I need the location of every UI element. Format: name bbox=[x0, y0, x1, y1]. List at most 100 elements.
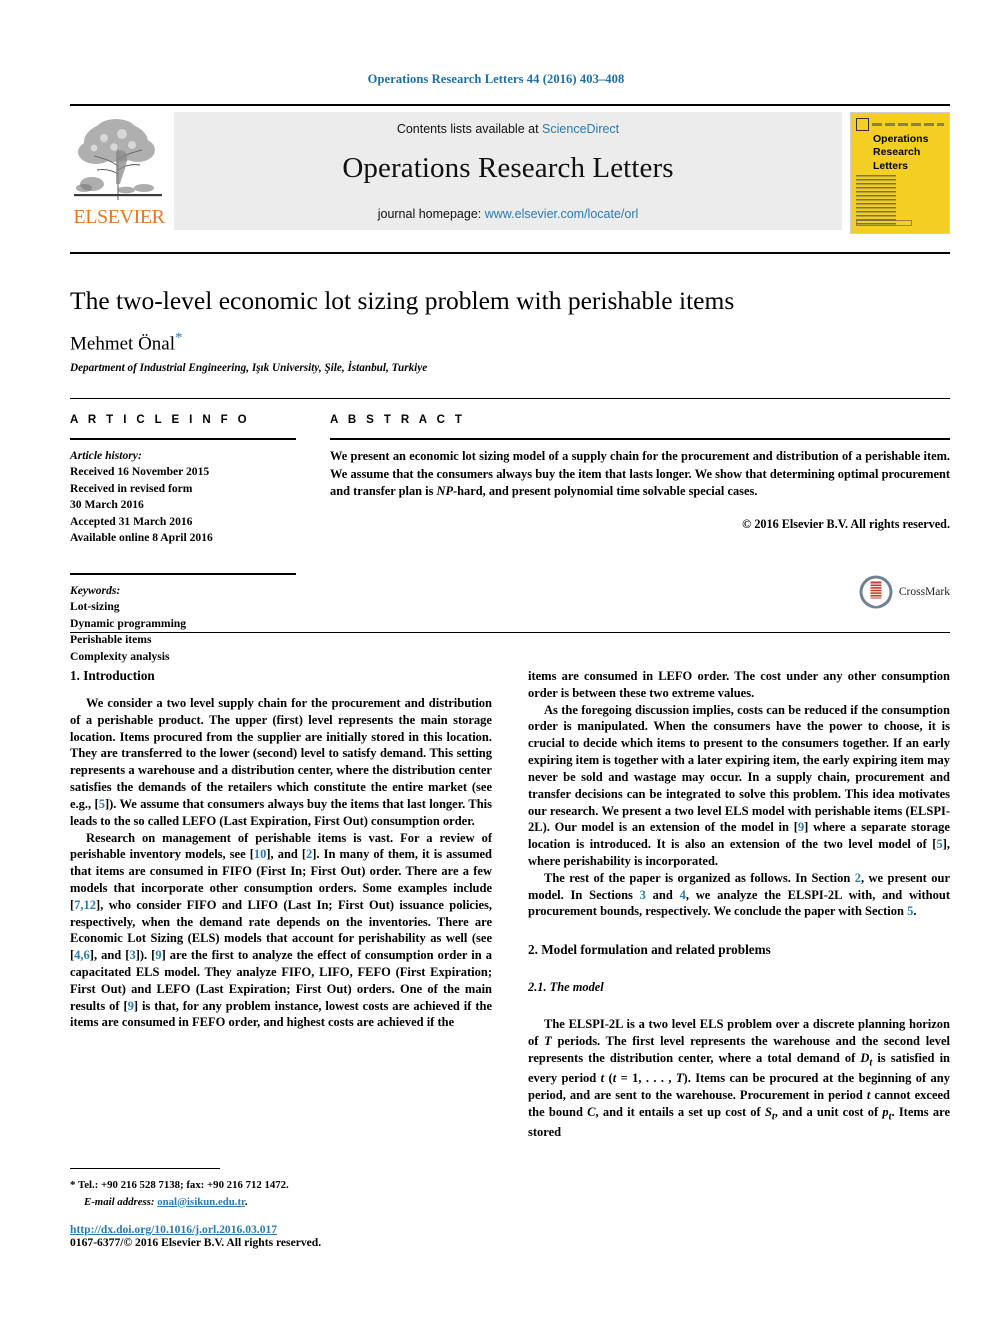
elsevier-logo: ELSEVIER bbox=[70, 112, 168, 227]
citation-link[interactable]: 4,6 bbox=[74, 948, 90, 962]
section-2-heading: 2. Model formulation and related problem… bbox=[528, 942, 771, 958]
cover-title-line-2: Research bbox=[873, 146, 921, 159]
paragraph-3: items are consumed in LEFO order. The co… bbox=[528, 668, 950, 702]
paragraph-2: Research on management of perishable ite… bbox=[70, 830, 492, 1032]
subsection-2-1-heading: 2.1. The model bbox=[528, 980, 604, 995]
body-column-left: 1. Introduction We consider a two level … bbox=[70, 668, 492, 1141]
author-line: Mehmet Önal* bbox=[70, 330, 950, 355]
history-item: Accepted 31 March 2016 bbox=[70, 514, 193, 528]
cover-title: Operations Research Letters bbox=[873, 133, 928, 173]
history-item: Received in revised form bbox=[70, 481, 193, 495]
abstract-text: We present an economic lot sizing model … bbox=[330, 448, 950, 501]
article-history-label: Article history: bbox=[70, 449, 142, 462]
info-divider bbox=[70, 398, 950, 399]
paragraph-6-text-h: , and it entails a set up cost of bbox=[595, 1104, 765, 1119]
abstract-rule bbox=[330, 438, 950, 440]
cover-top-bar bbox=[856, 118, 944, 131]
journal-banner: Contents lists available at ScienceDirec… bbox=[174, 112, 842, 230]
paragraph-5-text-a: The rest of the paper is organized as fo… bbox=[544, 870, 855, 885]
abstract-copyright: © 2016 Elsevier B.V. All rights reserved… bbox=[742, 516, 950, 531]
paragraph-4-text-a: As the foregoing discussion implies, cos… bbox=[528, 702, 950, 835]
footnote-contact: Tel.: +90 216 528 7138; fax: +90 216 712… bbox=[78, 1179, 289, 1191]
paragraph-6-text-e: = 1, . . . , bbox=[616, 1071, 676, 1086]
keyword-item: Complexity analysis bbox=[70, 649, 170, 663]
contents-prefix: Contents lists available at bbox=[396, 122, 539, 136]
keywords-label: Keywords: bbox=[70, 583, 121, 597]
math-var-S: S bbox=[764, 1104, 772, 1119]
footnote-contact-line: * Tel.: +90 216 528 7138; fax: +90 216 7… bbox=[70, 1177, 492, 1194]
journal-masthead: ELSEVIER Contents lists available at Sci… bbox=[70, 104, 950, 234]
article-info-rule bbox=[70, 438, 296, 440]
email-link[interactable]: onal@isikun.edu.tr bbox=[157, 1196, 245, 1208]
np-hard-symbol: NP bbox=[436, 484, 454, 499]
page-title: The two-level economic lot sizing proble… bbox=[70, 286, 735, 315]
paragraph-2-text-b: ], and [ bbox=[266, 847, 307, 862]
homepage-prefix: journal homepage: bbox=[377, 207, 482, 221]
paragraph-1: We consider a two level supply chain for… bbox=[70, 695, 492, 830]
math-var-T: T bbox=[675, 1071, 684, 1086]
paragraph-3-text: items are consumed in LEFO order. The co… bbox=[528, 669, 950, 700]
info-abstract-block: A R T I C L E I N F O Article history: R… bbox=[70, 414, 950, 665]
paragraph-6-text-d: ( bbox=[604, 1071, 613, 1086]
keywords-rule bbox=[70, 572, 296, 575]
journal-name: Operations Research Letters bbox=[342, 152, 674, 184]
paragraph-1-text-b: ]). We assume that consumers always buy … bbox=[70, 796, 492, 828]
title-divider bbox=[70, 252, 950, 254]
cover-title-line-1: Operations bbox=[873, 133, 929, 145]
article-first-page: Operations Research Letters 44 (2016) 40… bbox=[0, 0, 992, 1323]
article-info-heading: A R T I C L E I N F O bbox=[70, 414, 251, 426]
author-name: Mehmet Önal bbox=[70, 333, 176, 355]
paragraph-6: The ELSPI-2L is a two level ELS problem … bbox=[528, 1016, 950, 1141]
citation-link[interactable]: 10 bbox=[254, 847, 267, 861]
author-footnote-marker[interactable]: * bbox=[175, 330, 183, 346]
journal-cover-thumbnail: Operations Research Letters bbox=[850, 112, 950, 234]
running-head: Operations Research Letters 44 (2016) 40… bbox=[367, 72, 625, 86]
abstract-column: A B S T R A C T We present an economic l… bbox=[330, 414, 950, 665]
title-block: The two-level economic lot sizing proble… bbox=[70, 286, 950, 609]
subsection-spacer bbox=[528, 969, 950, 980]
history-item: Received 16 November 2015 bbox=[70, 465, 210, 479]
contents-lists-line: Contents lists available at ScienceDirec… bbox=[174, 122, 842, 136]
paragraph-2-text-e: ], and [ bbox=[89, 948, 130, 963]
history-item: 30 March 2016 bbox=[70, 498, 144, 512]
keyword-item: Dynamic programming bbox=[70, 616, 187, 630]
keyword-item: Lot-sizing bbox=[70, 600, 120, 614]
sciencedirect-link[interactable]: ScienceDirect bbox=[542, 122, 619, 136]
cover-footer-mark bbox=[856, 220, 912, 226]
body-column-right: items are consumed in LEFO order. The co… bbox=[528, 668, 950, 1141]
article-info-column: A R T I C L E I N F O Article history: R… bbox=[70, 414, 296, 665]
doi-link[interactable]: http://dx.doi.org/10.1016/j.orl.2016.03.… bbox=[70, 1223, 492, 1236]
math-var-D: D bbox=[860, 1050, 870, 1065]
abstract-part-2: -hard, and present polynomial time solva… bbox=[453, 484, 758, 499]
paragraph-5-text-c: and bbox=[645, 887, 680, 902]
abstract-heading: A B S T R A C T bbox=[330, 414, 466, 426]
citation-link[interactable]: 7,12 bbox=[74, 898, 96, 912]
cover-contents-list bbox=[856, 175, 896, 225]
email-suffix: . bbox=[244, 1195, 248, 1208]
paragraph-5-text-e: . bbox=[913, 904, 917, 919]
footnote-marker: * bbox=[70, 1179, 76, 1191]
body-columns: 1. Introduction We consider a two level … bbox=[70, 668, 950, 1141]
footnote-block: * Tel.: +90 216 528 7138; fax: +90 216 7… bbox=[70, 1168, 492, 1249]
footnote-email-line: E-mail address: onal@isikun.edu.tr. bbox=[70, 1194, 492, 1210]
issn-copyright: 0167-6377/© 2016 Elsevier B.V. All right… bbox=[70, 1235, 322, 1249]
paragraph-2-text-f: ]). [ bbox=[135, 948, 156, 963]
cover-title-line-3: Letters bbox=[873, 159, 909, 172]
homepage-link[interactable]: www.elsevier.com/locate/orl bbox=[485, 207, 639, 221]
paragraph-2-text-h: ] is that, for any problem instance, low… bbox=[70, 998, 492, 1030]
paragraph-4: As the foregoing discussion implies, cos… bbox=[528, 702, 950, 870]
affiliation: Department of Industrial Engineering, Iş… bbox=[70, 362, 428, 375]
email-label: E-mail address: bbox=[84, 1195, 155, 1208]
paragraph-1-text-a: We consider a two level supply chain for… bbox=[70, 696, 492, 811]
cover-micro-text bbox=[872, 123, 944, 126]
math-var-T: T bbox=[544, 1034, 552, 1048]
paragraph-5: The rest of the paper is organized as fo… bbox=[528, 870, 950, 920]
footnote-divider bbox=[70, 1168, 220, 1169]
section-1-heading: 1. Introduction bbox=[70, 668, 155, 683]
cover-badge-icon bbox=[856, 118, 869, 131]
keyword-item: Perishable items bbox=[70, 633, 152, 647]
journal-homepage-line: journal homepage: www.elsevier.com/locat… bbox=[174, 207, 842, 221]
paragraph-6-text-i: , and a unit cost of bbox=[774, 1104, 883, 1119]
